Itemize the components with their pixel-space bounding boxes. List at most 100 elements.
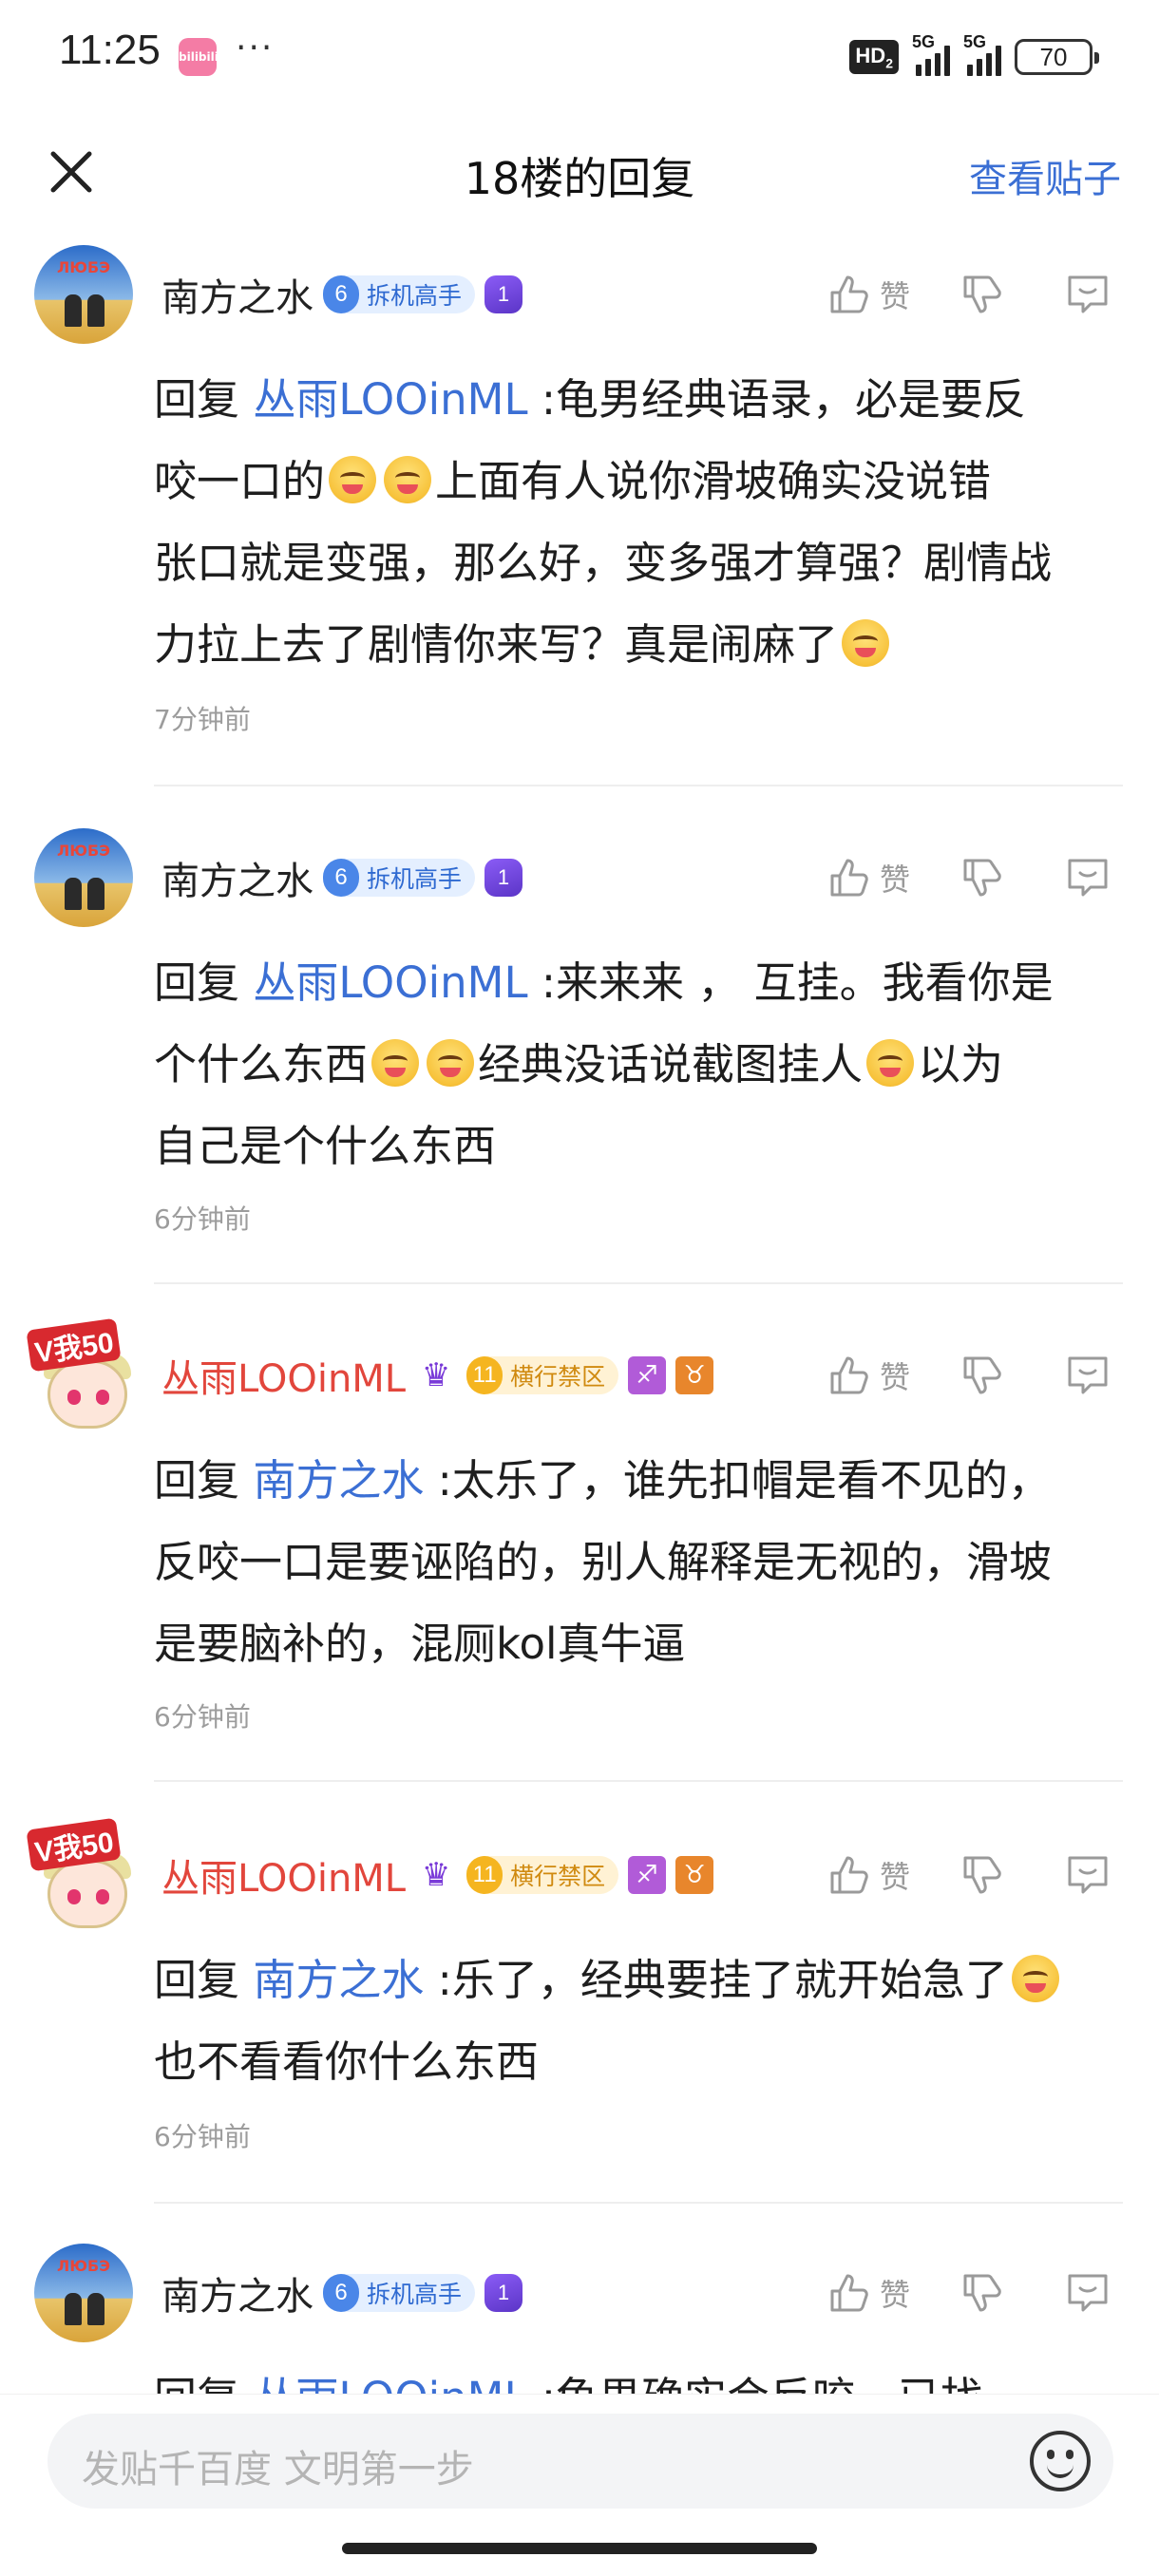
comment-time: 7分钟前 — [154, 704, 251, 735]
user-info: 丛雨LOOinML ♛ 11 横行禁区 ♐ ♉ — [162, 1847, 714, 1904]
signal-strength-icon: 5G — [912, 32, 950, 76]
mention-link[interactable]: 南方之水 — [253, 1955, 424, 2005]
thumbs-down-icon — [963, 2274, 1001, 2312]
reply-input[interactable]: 发贴千百度 文明第一步 — [48, 2414, 1113, 2509]
grin-emoji-icon — [1011, 1955, 1059, 2002]
thumbs-up-icon — [830, 275, 868, 313]
medal-badge: 1 — [484, 275, 523, 313]
mention-link[interactable]: 南方之水 — [253, 1455, 424, 1506]
dislike-button[interactable] — [960, 1852, 1016, 1898]
grin-emoji-icon — [866, 1039, 915, 1087]
avatar[interactable]: V我50 — [26, 1817, 133, 1928]
emoji-picker-icon[interactable] — [1030, 2431, 1091, 2491]
user-info: 南方之水 6 拆机高手 1 — [162, 266, 523, 323]
username[interactable]: 丛雨LOOinML — [162, 1348, 406, 1403]
taurus-icon: ♉ — [675, 1356, 714, 1394]
medal-badge: 1 — [484, 859, 523, 897]
like-button[interactable]: 赞 — [826, 2270, 931, 2316]
hd-voice-icon: HD2 — [849, 39, 899, 75]
divider — [154, 2202, 1123, 2204]
reply-button[interactable] — [1064, 855, 1121, 900]
level-badge: 11 横行禁区 — [466, 1856, 619, 1894]
signal-strength-icon-2: 5G — [963, 32, 1001, 76]
comment-actions: 赞 — [826, 1847, 1121, 1904]
more-notifications-icon: ··· — [236, 28, 275, 67]
comment-text: 回复 丛雨LOOinML :龟男经典语录，必是要反 咬一口的 上面有人说你滑坡确实… — [154, 374, 1053, 670]
crown-icon: ♛ — [421, 1856, 451, 1894]
username[interactable]: 南方之水 — [162, 850, 314, 905]
comment-actions: 赞 — [826, 1347, 1121, 1404]
comment-bubble-icon — [1068, 859, 1108, 897]
taurus-icon: ♉ — [675, 1856, 714, 1894]
reply-input-placeholder: 发贴千百度 文明第一步 — [82, 2448, 474, 2491]
status-time: 11:25 — [59, 27, 161, 73]
mention-link[interactable]: 丛雨LOOinML — [253, 374, 527, 425]
dislike-button[interactable] — [960, 272, 1016, 317]
bilibili-app-icon: bilibili — [179, 38, 218, 76]
close-button[interactable] — [38, 139, 104, 205]
avatar[interactable]: ЛЮБЭ — [34, 828, 133, 927]
battery-icon: 70 — [1015, 39, 1099, 75]
comment-time: 6分钟前 — [154, 2121, 251, 2152]
sagittarius-icon: ♐ — [628, 1356, 667, 1394]
like-button[interactable]: 赞 — [826, 1353, 931, 1398]
comment-actions: 赞 — [826, 849, 1121, 906]
avatar[interactable]: V我50 — [26, 1317, 133, 1429]
user-info: 丛雨LOOinML ♛ 11 横行禁区 ♐ ♉ — [162, 1347, 714, 1404]
dislike-button[interactable] — [960, 855, 1016, 900]
dislike-button[interactable] — [960, 2270, 1016, 2316]
avatar[interactable]: ЛЮБЭ — [34, 245, 133, 344]
username[interactable]: 南方之水 — [162, 267, 314, 322]
like-button[interactable]: 赞 — [826, 1852, 931, 1898]
thumbs-down-icon — [963, 1356, 1001, 1394]
thumbs-up-icon — [830, 1356, 868, 1394]
comment-bubble-icon — [1068, 275, 1108, 313]
status-bar: 11:25 bilibili ··· HD2 5G 5G 70 — [0, 0, 1159, 112]
divider — [154, 1282, 1123, 1284]
sagittarius-icon: ♐ — [628, 1856, 667, 1894]
divider — [154, 785, 1123, 786]
grin-emoji-icon — [842, 619, 890, 667]
comment-bubble-icon — [1068, 1356, 1108, 1394]
home-indicator[interactable] — [342, 2543, 817, 2554]
username[interactable]: 南方之水 — [162, 2265, 314, 2320]
level-badge: 6 拆机高手 — [323, 275, 476, 313]
comment-time: 6分钟前 — [154, 1701, 251, 1733]
thumbs-up-icon — [830, 2274, 868, 2312]
thumbs-down-icon — [963, 275, 1001, 313]
user-info: 南方之水 6 拆机高手 1 — [162, 849, 523, 906]
level-badge: 11 横行禁区 — [466, 1356, 619, 1394]
grin-emoji-icon — [384, 456, 432, 503]
avatar[interactable]: ЛЮБЭ — [34, 2244, 133, 2342]
grin-emoji-icon — [329, 456, 377, 503]
reply-input-bar: 发贴千百度 文明第一步 — [0, 2394, 1159, 2576]
reply-button[interactable] — [1064, 1852, 1121, 1898]
user-info: 南方之水 6 拆机高手 1 — [162, 2264, 523, 2321]
comment-actions: 赞 — [826, 2264, 1121, 2321]
like-button[interactable]: 赞 — [826, 855, 931, 900]
mention-link[interactable]: 丛雨LOOinML — [253, 957, 527, 1008]
level-badge: 6 拆机高手 — [323, 2274, 476, 2312]
reply-button[interactable] — [1064, 272, 1121, 317]
level-badge: 6 拆机高手 — [323, 859, 476, 897]
comment-text: 回复 南方之水 :太乐了，谁先扣帽是看不见的， 反咬一口是要诬陷的，别人解释是无… — [154, 1455, 1053, 1669]
crown-icon: ♛ — [421, 1356, 451, 1394]
reply-button[interactable] — [1064, 1353, 1121, 1398]
grin-emoji-icon — [427, 1039, 475, 1087]
comment-bubble-icon — [1068, 2274, 1108, 2312]
comment-actions: 赞 — [826, 266, 1121, 323]
thumbs-up-icon — [830, 1856, 868, 1894]
comment-text: 回复 丛雨LOOinML :来来来 ， 互挂。我看你是 个什么东西 经典没话说截图… — [154, 957, 1054, 1171]
view-post-link[interactable]: 查看贴子 — [969, 148, 1121, 203]
thumbs-down-icon — [963, 1856, 1001, 1894]
status-indicators: HD2 5G 5G 70 — [849, 32, 1099, 80]
close-icon — [50, 151, 92, 193]
like-button[interactable]: 赞 — [826, 272, 931, 317]
username[interactable]: 丛雨LOOinML — [162, 1847, 406, 1903]
thumbs-down-icon — [963, 859, 1001, 897]
comment-time: 6分钟前 — [154, 1203, 251, 1235]
reply-button[interactable] — [1064, 2270, 1121, 2316]
dislike-button[interactable] — [960, 1353, 1016, 1398]
comment-text: 回复 南方之水 :乐了，经典要挂了就开始急了 也不看看你什么东西 — [154, 1940, 1123, 2103]
divider — [154, 1780, 1123, 1782]
